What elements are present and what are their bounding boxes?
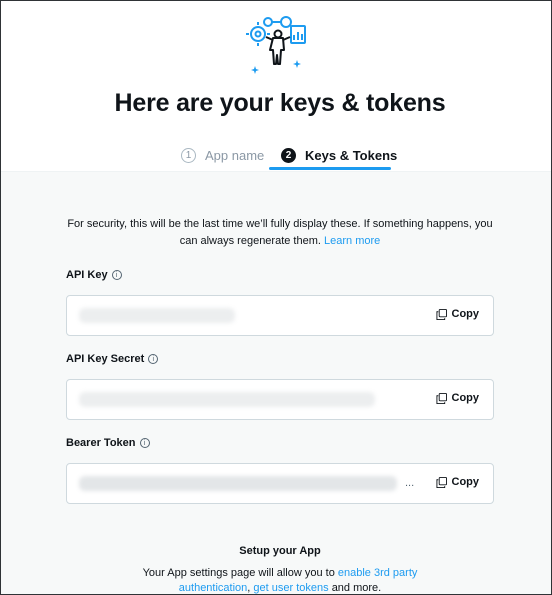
copy-label: Copy: [451, 392, 480, 404]
info-icon[interactable]: i: [111, 270, 122, 280]
copy-label: Copy: [451, 308, 480, 320]
step-number: 1: [181, 148, 196, 163]
notice-text: For security, this will be the last time…: [67, 218, 493, 247]
step-label: Keys & Tokens: [305, 148, 398, 163]
api-key-field[interactable]: Copy: [66, 295, 494, 336]
dialog-header: Here are your keys & tokens 1 App name 2…: [1, 1, 551, 171]
step-app-name[interactable]: 1 App name: [181, 141, 264, 170]
step-label: App name: [205, 148, 265, 163]
learn-more-link[interactable]: Learn more: [324, 235, 380, 247]
step-indicator: 1 App name 2 Keys & Tokens: [1, 141, 551, 172]
active-step-underline: [269, 167, 391, 170]
copy-label: Copy: [451, 476, 480, 488]
setup-title: Setup your App: [239, 545, 321, 557]
copy-icon: [435, 476, 447, 488]
field-label-text: Bearer Token: [66, 437, 136, 449]
get-user-tokens-link[interactable]: get user tokens: [253, 582, 328, 594]
setup-text-before: Your App settings page will allow you to: [142, 567, 335, 579]
keys-illustration-icon: [246, 16, 306, 74]
api-key-secret-label: API Key Secret i: [66, 353, 159, 365]
masked-value: [79, 392, 375, 407]
truncation-ellipsis: ...: [405, 477, 415, 489]
keys-tokens-dialog: Here are your keys & tokens 1 App name 2…: [0, 0, 552, 595]
setup-description: Your App settings page will allow you to…: [131, 566, 429, 594]
setup-text-after: and more.: [331, 582, 382, 594]
dialog-body: For security, this will be the last time…: [1, 172, 551, 594]
api-key-label: API Key i: [66, 269, 122, 281]
copy-api-key-button[interactable]: Copy: [435, 308, 480, 320]
field-label-text: API Key Secret: [66, 353, 145, 365]
page-title: Here are your keys & tokens: [114, 89, 446, 117]
masked-value: [79, 308, 235, 323]
info-icon[interactable]: i: [139, 438, 150, 448]
step-number: 2: [281, 148, 296, 163]
masked-value: [79, 476, 397, 491]
info-icon[interactable]: i: [148, 354, 159, 364]
copy-icon: [435, 308, 447, 320]
api-key-secret-field[interactable]: Copy: [66, 379, 494, 420]
bearer-token-label: Bearer Token i: [66, 437, 150, 449]
step-keys-tokens[interactable]: 2 Keys & Tokens: [281, 141, 397, 170]
setup-separator: ,: [247, 582, 251, 594]
bearer-token-field[interactable]: ... Copy: [66, 463, 494, 504]
security-notice: For security, this will be the last time…: [63, 216, 497, 250]
copy-api-key-secret-button[interactable]: Copy: [435, 392, 480, 404]
copy-bearer-token-button[interactable]: Copy: [435, 476, 480, 488]
copy-icon: [435, 392, 447, 404]
field-label-text: API Key: [66, 269, 108, 281]
